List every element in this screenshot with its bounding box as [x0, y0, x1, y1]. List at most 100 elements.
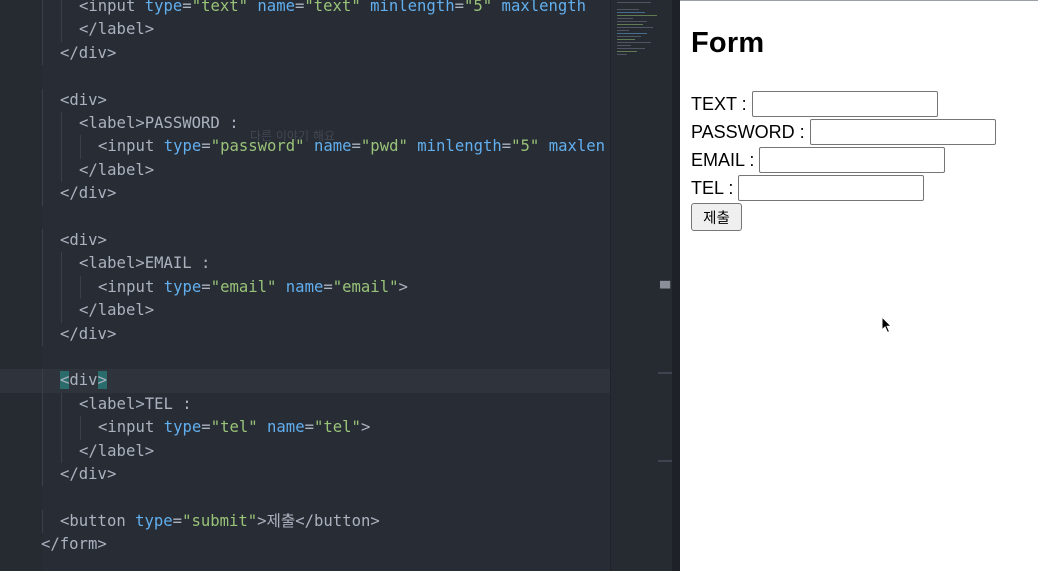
code-line[interactable] — [0, 65, 610, 88]
code-line[interactable]: <div> — [0, 88, 610, 112]
code-line[interactable]: <label>TEL : — [0, 392, 610, 417]
indent-guide — [80, 275, 81, 300]
code-line[interactable]: </label> — [0, 299, 610, 323]
code-token: PASSWORD : — [144, 114, 239, 132]
indent-guide — [61, 135, 62, 159]
text-field-row: TEXT : — [691, 90, 938, 118]
minimap-line — [617, 12, 645, 14]
password-input[interactable] — [809, 119, 996, 145]
code-token: input — [88, 0, 136, 15]
code-line[interactable]: <label>EMAIL : — [0, 252, 610, 276]
code-line[interactable]: <div> — [0, 369, 610, 393]
indent-guide — [61, 0, 62, 19]
indent-guide — [61, 299, 62, 323]
code-token: "5" — [511, 137, 540, 156]
minimap-line — [617, 21, 647, 23]
code-token: </div> — [60, 465, 117, 483]
indent-guide — [42, 158, 43, 183]
code-text: <input type="email" name="email"> — [98, 276, 408, 299]
code-line[interactable]: </label> — [0, 18, 610, 42]
indent-guide — [42, 369, 43, 393]
code-token: > — [360, 418, 371, 437]
code-token: type — [135, 0, 183, 15]
indent-guide — [42, 299, 43, 323]
code-line[interactable] — [0, 346, 610, 369]
code-token: type — [154, 277, 202, 296]
code-line[interactable]: <input type="text" name="text" minlength… — [0, 0, 610, 19]
code-line[interactable]: </label> — [0, 158, 610, 183]
code-token: type — [154, 418, 202, 437]
code-token: </div> — [60, 43, 117, 62]
code-token: </form> — [41, 535, 107, 554]
code-token: > — [97, 371, 107, 390]
code-token: = — [351, 137, 361, 156]
code-token: name — [248, 0, 295, 15]
code-line[interactable]: <input type="email" name="email"> — [0, 275, 610, 300]
code-token: name — [257, 418, 305, 437]
indent-guide — [61, 252, 62, 276]
code-text: <div> — [60, 89, 107, 112]
code-token: = — [201, 137, 211, 156]
code-text: </label> — [79, 440, 154, 463]
password-field-row: PASSWORD : — [691, 118, 996, 146]
text-input[interactable] — [751, 91, 938, 117]
code-line[interactable]: </label> — [0, 439, 610, 463]
indent-guide — [42, 18, 43, 42]
indent-guide — [61, 392, 62, 417]
indent-guide — [42, 509, 43, 534]
code-line[interactable]: </div> — [0, 322, 610, 346]
minimap-line — [617, 18, 633, 20]
indent-guide — [42, 0, 43, 19]
tel-input[interactable] — [738, 175, 925, 201]
submit-button[interactable]: 제출 — [691, 203, 742, 231]
minimap-marker — [658, 460, 672, 462]
indent-guide — [61, 439, 62, 463]
tel-field-row: TEL : — [691, 174, 925, 202]
code-token: EMAIL : — [144, 254, 211, 273]
indent-guide — [42, 182, 43, 206]
code-token: "tel" — [210, 418, 258, 437]
code-editor[interactable]: <input type="text" name="text" minlength… — [0, 0, 672, 571]
code-text: <input type="password" name="pwd" minlen… — [98, 135, 605, 158]
code-line[interactable]: <input type="tel" name="tel"> — [0, 416, 610, 440]
indent-guide — [61, 18, 62, 42]
code-text: <button type="submit">제출</button> — [60, 510, 380, 533]
code-line[interactable]: <div> — [0, 229, 610, 253]
indent-guide — [42, 135, 43, 159]
code-token: "text" — [191, 0, 249, 15]
indent-guide — [42, 416, 43, 440]
code-token: <input — [98, 277, 155, 296]
minimap-line — [617, 51, 637, 53]
email-input[interactable] — [759, 147, 946, 173]
minimap-line — [617, 27, 653, 29]
code-text: </div> — [60, 463, 116, 486]
code-text: <label>EMAIL : — [79, 252, 210, 275]
code-line[interactable] — [0, 486, 610, 509]
code-line[interactable]: </div> — [0, 463, 610, 487]
code-token: </label> — [79, 441, 155, 460]
code-text: </form> — [41, 533, 107, 556]
code-token: > — [398, 277, 408, 296]
code-text: <input type="text" name="text" minlength… — [79, 0, 586, 18]
scrollbar-marker-icon[interactable]: ▀ — [660, 282, 670, 297]
code-line[interactable] — [0, 206, 610, 229]
minimap-line — [617, 39, 635, 41]
password-label: PASSWORD : — [691, 121, 805, 142]
code-line[interactable]: </form> — [0, 533, 610, 556]
code-line[interactable]: </div> — [0, 41, 610, 66]
code-text: <label>TEL : — [79, 393, 192, 416]
code-token: = — [294, 0, 305, 15]
indent-guide — [42, 229, 43, 253]
code-line[interactable]: </div> — [0, 182, 610, 206]
code-token: minlength — [360, 0, 455, 15]
code-token: "email" — [210, 277, 277, 296]
code-token: maxlen — [539, 137, 606, 156]
code-line[interactable]: <button type="submit">제출</button> — [0, 509, 610, 534]
indent-guide — [42, 463, 43, 487]
minimap-line — [617, 54, 627, 56]
code-text: <label>PASSWORD : — [79, 112, 239, 135]
code-token: = — [182, 0, 192, 15]
indent-guide — [42, 392, 43, 417]
pane-divider[interactable] — [672, 0, 680, 571]
code-text: </div> — [60, 42, 116, 65]
